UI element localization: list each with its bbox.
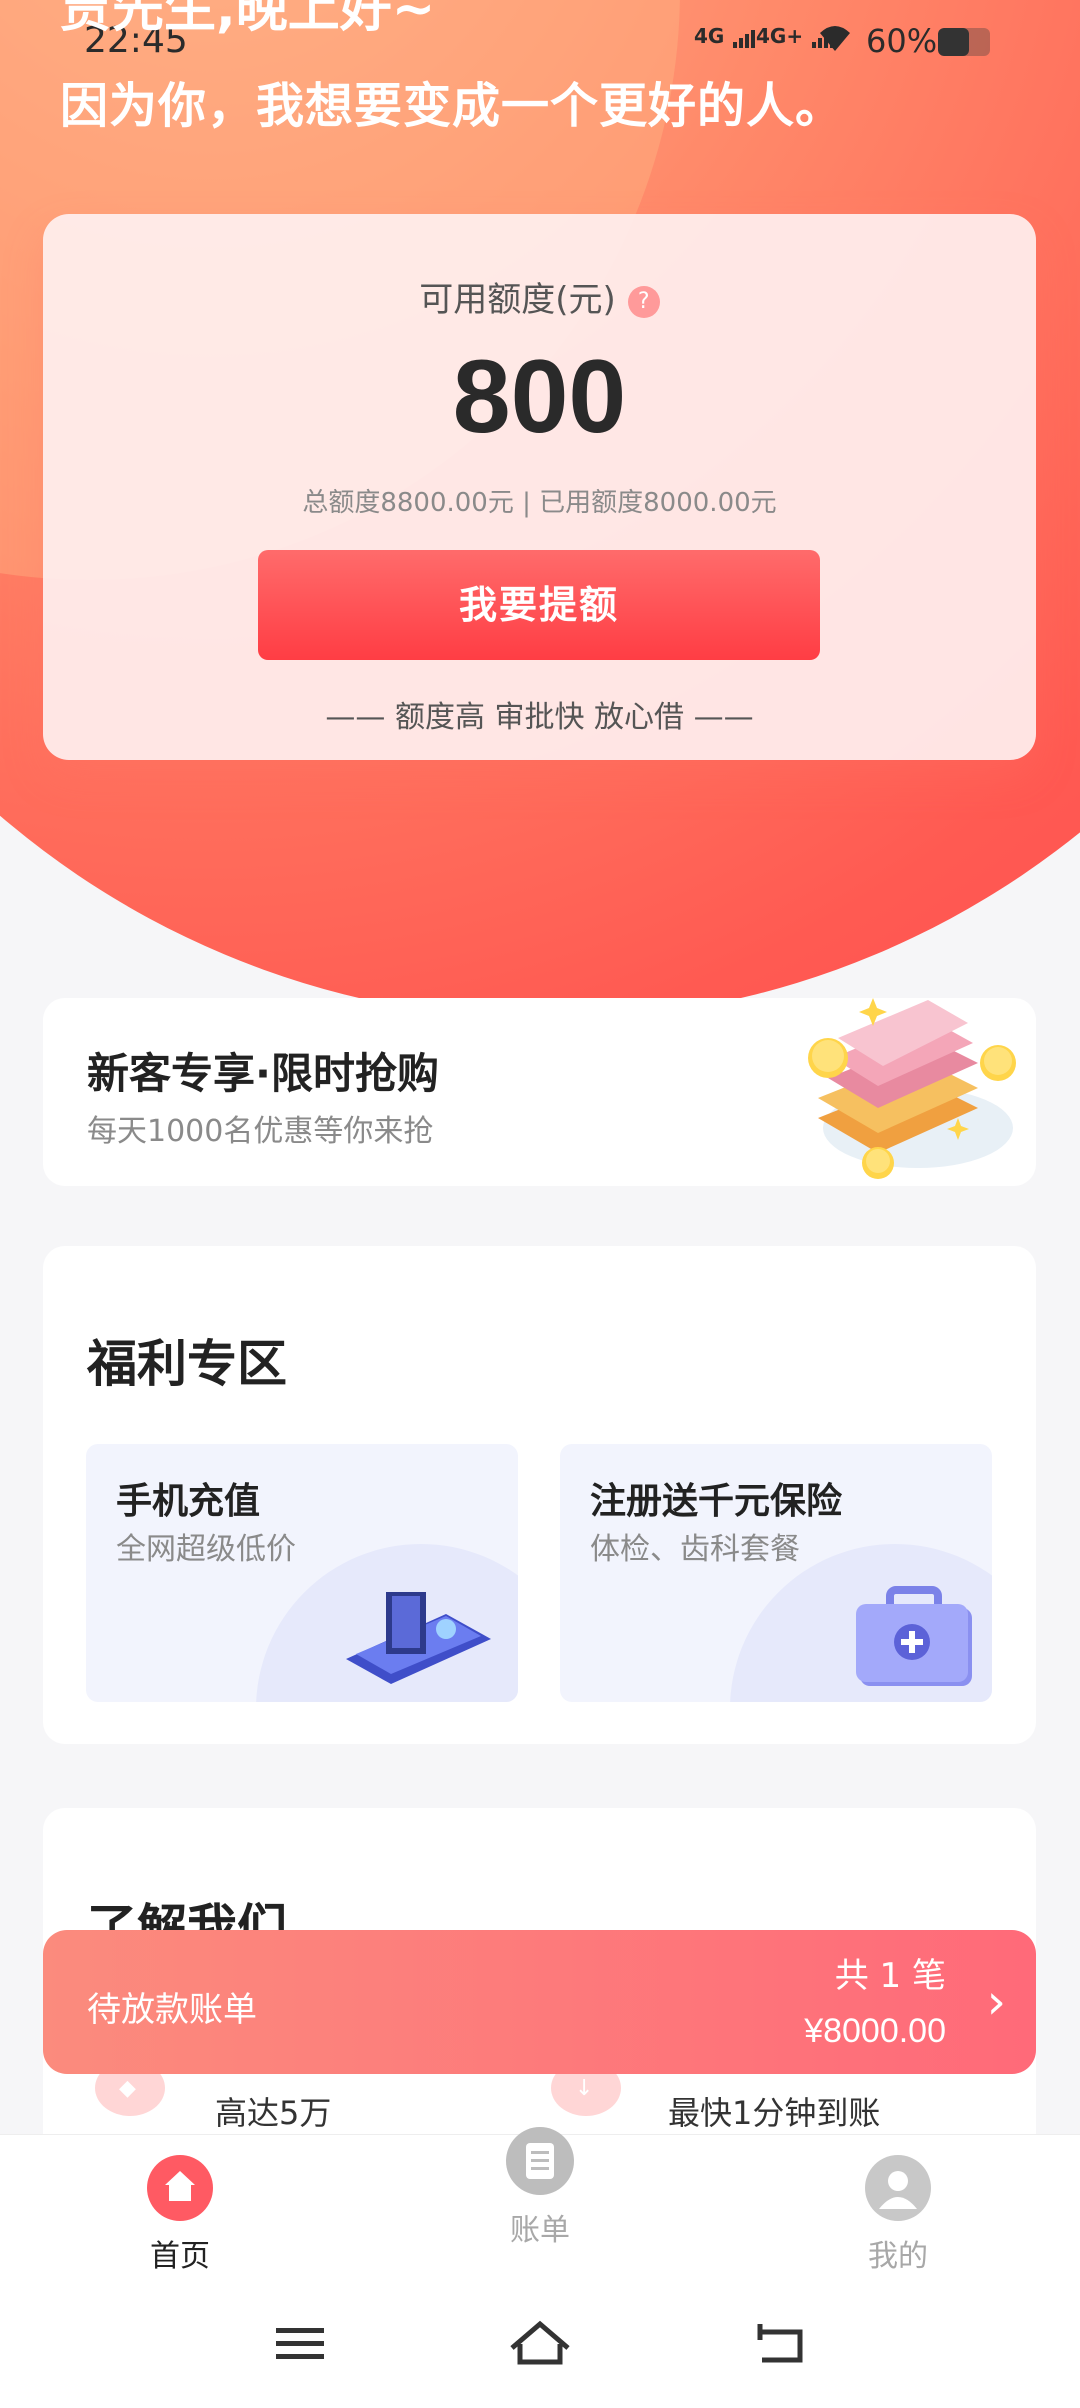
insurance-card[interactable]: 注册送千元保险 体检、齿科套餐 <box>560 1444 992 1702</box>
back-icon[interactable] <box>740 2314 820 2374</box>
feature-max-amount: 高达5万 <box>215 2094 332 2132</box>
promo-subtitle: 每天1000名优惠等你来抢 <box>87 1114 434 1149</box>
insurance-title: 注册送千元保险 <box>590 1481 843 1522</box>
promo-title: 新客专享·限时抢购 <box>87 1049 439 1098</box>
bill-icon <box>506 2127 574 2195</box>
signal-icon: 4G <box>694 24 756 48</box>
phone-recharge-title: 手机充值 <box>116 1481 261 1522</box>
battery-icon <box>938 28 990 56</box>
tab-me[interactable]: 我的 <box>798 2155 998 2275</box>
battery-fill <box>938 28 970 56</box>
pending-bill-bar[interactable]: 待放款账单 共 1 笔 ¥8000.00 › <box>43 1930 1036 2074</box>
medical-kit-icon <box>856 1586 972 1686</box>
available-credit-amount: 800 <box>452 339 627 455</box>
chevron-right-icon: › <box>986 1974 1006 2030</box>
pending-bill-amount: ¥8000.00 <box>804 2012 946 2050</box>
wifi-icon <box>818 22 852 62</box>
battery-percent: 60% <box>866 22 938 60</box>
signal-bars <box>731 24 756 48</box>
system-nav-bar <box>0 2284 1080 2408</box>
credit-card: 可用额度(元)? 800 总额度8800.00元 | 已用额度8000.00元 … <box>43 214 1036 760</box>
phone-recharge-card[interactable]: 手机充值 全网超级低价 <box>86 1444 518 1702</box>
bottom-tab-bar: 首页 账单 我的 <box>0 2127 1080 2284</box>
tab-home[interactable]: 首页 <box>80 2155 280 2275</box>
slogan-text: —— 额度高 审批快 放心借 —— <box>325 700 754 735</box>
tab-bill[interactable]: 账单 <box>440 2127 640 2249</box>
greeting-text: 贾先生,晚上好~ <box>60 0 436 39</box>
feature-fast-payout: 最快1分钟到账 <box>668 2094 881 2132</box>
motto-text: 因为你，我想要变成一个更好的人。 <box>60 78 845 134</box>
pending-bill-label: 待放款账单 <box>87 1990 257 2030</box>
welfare-section: 福利专区 手机充值 全网超级低价 注册送千元保险 体检、齿科套餐 <box>43 1246 1036 1744</box>
user-icon <box>865 2155 931 2221</box>
raise-limit-button[interactable]: 我要提额 <box>258 550 820 660</box>
signal-label: 4G <box>694 24 725 48</box>
signal-label-2: 4G+ <box>756 24 804 48</box>
credit-summary: 总额度8800.00元 | 已用额度8000.00元 <box>302 488 777 518</box>
phone-recharge-subtitle: 全网超级低价 <box>116 1532 296 1567</box>
welfare-title: 福利专区 <box>87 1335 287 1393</box>
pending-bill-count: 共 1 笔 <box>834 1956 946 1996</box>
tab-me-label: 我的 <box>868 2239 928 2274</box>
home-icon <box>147 2155 213 2221</box>
new-customer-promo-card[interactable]: 新客专享·限时抢购 每天1000名优惠等你来抢 <box>43 998 1036 1186</box>
insurance-subtitle: 体检、齿科套餐 <box>590 1532 800 1567</box>
available-credit-label: 可用额度(元) <box>419 280 616 320</box>
tab-home-label: 首页 <box>150 2239 210 2274</box>
help-icon[interactable]: ? <box>627 286 660 318</box>
menu-icon[interactable] <box>260 2314 340 2374</box>
money-stack-icon <box>808 998 1016 1179</box>
phone-card-icon <box>346 1592 491 1684</box>
tab-bill-label: 账单 <box>510 2213 570 2248</box>
credit-label-row: 可用额度(元)? <box>43 272 1036 321</box>
home-nav-icon[interactable] <box>500 2314 580 2374</box>
